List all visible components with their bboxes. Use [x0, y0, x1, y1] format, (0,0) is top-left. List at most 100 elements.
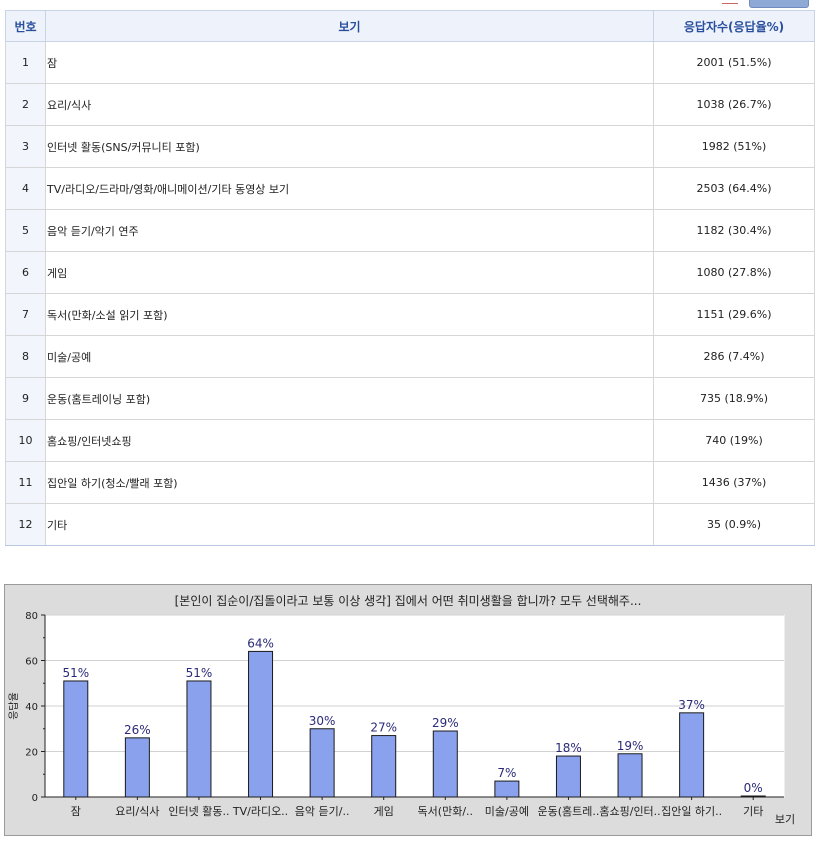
row-responses: 1182 (30.4%)	[653, 209, 815, 252]
header-option: 보기	[45, 10, 654, 42]
bar-value-label: 19%	[617, 739, 644, 753]
bar	[371, 735, 397, 798]
chart-title: [본인이 집순이/집돌이라고 보통 이상 생각] 집에서 어떤 취미생활을 합니…	[175, 594, 642, 608]
row-option: 기타	[45, 503, 654, 546]
row-number: 11	[5, 461, 46, 504]
flag-icon	[722, 0, 738, 4]
row-number: 1	[5, 41, 46, 84]
top-button[interactable]	[749, 0, 809, 8]
y-tick-label: 20	[25, 748, 38, 759]
row-option: 음악 듣기/악기 연주	[45, 209, 654, 252]
row-number: 7	[5, 293, 46, 336]
bar-value-label: 29%	[432, 716, 459, 730]
bar-value-label: 27%	[370, 721, 397, 735]
bar-value-label: 51%	[62, 666, 89, 680]
x-category-label: 운동(홈트레..	[538, 804, 600, 818]
bar	[248, 650, 274, 798]
bar-value-label: 37%	[678, 698, 705, 712]
row-responses: 286 (7.4%)	[653, 335, 815, 378]
bar	[432, 730, 458, 798]
x-category-label: 게임	[374, 805, 394, 818]
response-table: 번호 보기 응답자수(응답율%) 1 잠 2001 (51.5%) 2 요리/식사 103…	[5, 10, 815, 546]
bar-chart: [본인이 집순이/집돌이라고 보통 이상 생각] 집에서 어떤 취미생활을 합니…	[8, 594, 795, 826]
table-row: 9 운동(홈트레이닝 포함) 735 (18.9%)	[5, 377, 815, 420]
x-category-label: 홈쇼핑/인터..	[599, 804, 660, 818]
y-tick-label: 80	[25, 611, 38, 622]
row-option: 독서(만화/소설 읽기 포함)	[45, 293, 654, 336]
row-option: 홈쇼핑/인터넷쇼핑	[45, 419, 654, 462]
row-number: 5	[5, 209, 46, 252]
bar-value-label: 18%	[555, 741, 582, 755]
x-category-label: 음악 듣기/..	[295, 805, 350, 818]
table-row: 10 홈쇼핑/인터넷쇼핑 740 (19%)	[5, 419, 815, 462]
chart-panel: [본인이 집순이/집돌이라고 보통 이상 생각] 집에서 어떤 취미생활을 합니…	[4, 584, 812, 836]
bar-value-label: 64%	[247, 636, 274, 650]
row-responses: 1080 (27.8%)	[653, 251, 815, 294]
row-option: 잠	[45, 41, 654, 84]
table-row: 7 독서(만화/소설 읽기 포함) 1151 (29.6%)	[5, 293, 815, 336]
y-tick-label: 40	[25, 702, 38, 713]
row-option: 미술/공예	[45, 335, 654, 378]
row-number: 4	[5, 167, 46, 210]
bar-value-label: 51%	[186, 666, 213, 680]
row-responses: 740 (19%)	[653, 419, 815, 462]
row-number: 12	[5, 503, 46, 546]
bar	[617, 753, 643, 798]
table-row: 11 집안일 하기(청소/빨래 포함) 1436 (37%)	[5, 461, 815, 504]
row-responses: 1038 (26.7%)	[653, 83, 815, 126]
row-responses: 2503 (64.4%)	[653, 167, 815, 210]
row-number: 2	[5, 83, 46, 126]
x-category-label: 독서(만화/..	[418, 805, 473, 818]
bar-value-label: 0%	[744, 781, 763, 795]
x-category-label: 미술/공예	[485, 805, 529, 818]
header-number: 번호	[5, 10, 46, 42]
row-option: 요리/식사	[45, 83, 654, 126]
table-row: 1 잠 2001 (51.5%)	[5, 41, 815, 84]
row-number: 6	[5, 251, 46, 294]
x-category-label: 요리/식사	[115, 805, 159, 818]
row-option: TV/라디오/드라마/영화/애니메이션/기타 동영상 보기	[45, 167, 654, 210]
bar	[679, 712, 705, 798]
row-option: 게임	[45, 251, 654, 294]
bar	[309, 728, 335, 798]
row-number: 10	[5, 419, 46, 462]
row-option: 인터넷 활동(SNS/커뮤니티 포함)	[45, 125, 654, 168]
row-responses: 1436 (37%)	[653, 461, 815, 504]
table-row: 4 TV/라디오/드라마/영화/애니메이션/기타 동영상 보기 2503 (64.4…	[5, 167, 815, 210]
table-header-row: 번호 보기 응답자수(응답율%)	[5, 10, 815, 42]
x-category-label: 기타	[743, 805, 763, 818]
row-option: 집안일 하기(청소/빨래 포함)	[45, 461, 654, 504]
y-tick-label: 0	[32, 793, 38, 804]
row-number: 3	[5, 125, 46, 168]
x-axis-label: 보기	[775, 813, 795, 826]
bar	[186, 680, 212, 798]
y-axis-label: 응답율	[8, 692, 20, 720]
y-tick-label: 60	[25, 657, 38, 668]
row-responses: 1151 (29.6%)	[653, 293, 815, 336]
x-category-label: 잠	[71, 805, 81, 818]
row-responses: 1982 (51%)	[653, 125, 815, 168]
row-number: 8	[5, 335, 46, 378]
row-option: 운동(홈트레이닝 포함)	[45, 377, 654, 420]
row-responses: 2001 (51.5%)	[653, 41, 815, 84]
table-row: 12 기타 35 (0.9%)	[5, 503, 815, 546]
table-row: 6 게임 1080 (27.8%)	[5, 251, 815, 294]
bar	[124, 737, 150, 798]
table-row: 5 음악 듣기/악기 연주 1182 (30.4%)	[5, 209, 815, 252]
bar-value-label: 7%	[497, 766, 516, 780]
bar	[63, 680, 89, 798]
table-row: 8 미술/공예 286 (7.4%)	[5, 335, 815, 378]
table-row: 2 요리/식사 1038 (26.7%)	[5, 83, 815, 126]
row-responses: 735 (18.9%)	[653, 377, 815, 420]
table-row: 3 인터넷 활동(SNS/커뮤니티 포함) 1982 (51%)	[5, 125, 815, 168]
header-responses: 응답자수(응답율%)	[653, 10, 815, 42]
row-number: 9	[5, 377, 46, 420]
bar	[494, 780, 520, 798]
bar	[740, 795, 766, 798]
row-responses: 35 (0.9%)	[653, 503, 815, 546]
bar	[555, 755, 581, 798]
bar-value-label: 30%	[309, 714, 336, 728]
x-category-label: TV/라디오..	[232, 805, 288, 818]
x-category-label: 인터넷 활동..	[168, 804, 229, 818]
bar-value-label: 26%	[124, 723, 151, 737]
